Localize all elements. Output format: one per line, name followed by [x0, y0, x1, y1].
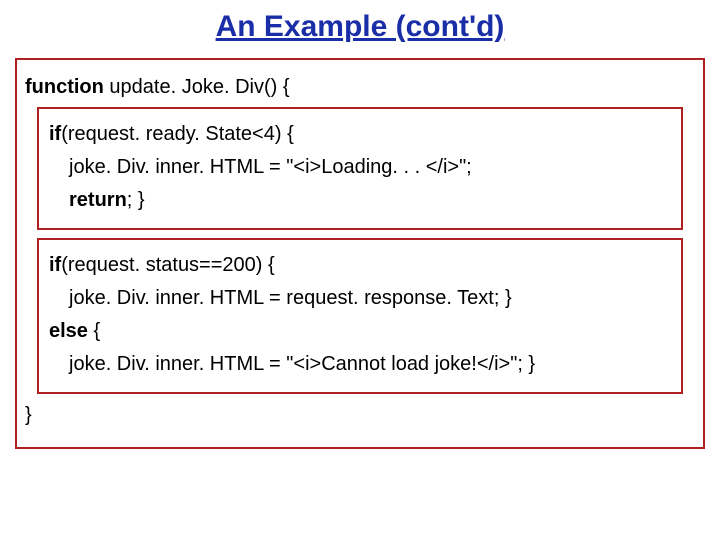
code-text: (request. ready. State<4) {	[61, 123, 294, 145]
slide: { "title": "An Example (cont'd)", "code"…	[0, 10, 720, 550]
code-line-close: }	[25, 402, 695, 429]
code-outer-box: function update. Joke. Div() { if(reques…	[15, 58, 705, 449]
code-inner-box-2: if(request. status==200) { joke. Div. in…	[37, 238, 683, 394]
keyword-else: else	[49, 320, 88, 342]
code-line-cannot: joke. Div. inner. HTML = "<i>Cannot load…	[49, 351, 671, 378]
keyword-return: return	[69, 189, 127, 211]
code-text: (request. status==200) {	[61, 254, 274, 276]
slide-title: An Example (cont'd)	[0, 10, 720, 44]
code-line-if1: if(request. ready. State<4) {	[49, 121, 671, 148]
keyword-if: if	[49, 123, 61, 145]
code-line-else: else {	[49, 318, 671, 345]
code-text: {	[88, 320, 100, 342]
keyword-function: function	[25, 76, 104, 98]
code-line-response: joke. Div. inner. HTML = request. respon…	[49, 285, 671, 312]
code-line-if2: if(request. status==200) {	[49, 252, 671, 279]
code-inner-box-1: if(request. ready. State<4) { joke. Div.…	[37, 107, 683, 230]
code-line-loading: joke. Div. inner. HTML = "<i>Loading. . …	[49, 154, 671, 181]
code-line-return: return; }	[49, 187, 671, 214]
code-text: update. Joke. Div() {	[104, 76, 290, 98]
code-text: ; }	[127, 189, 145, 211]
keyword-if: if	[49, 254, 61, 276]
code-line-function: function update. Joke. Div() {	[25, 74, 695, 101]
